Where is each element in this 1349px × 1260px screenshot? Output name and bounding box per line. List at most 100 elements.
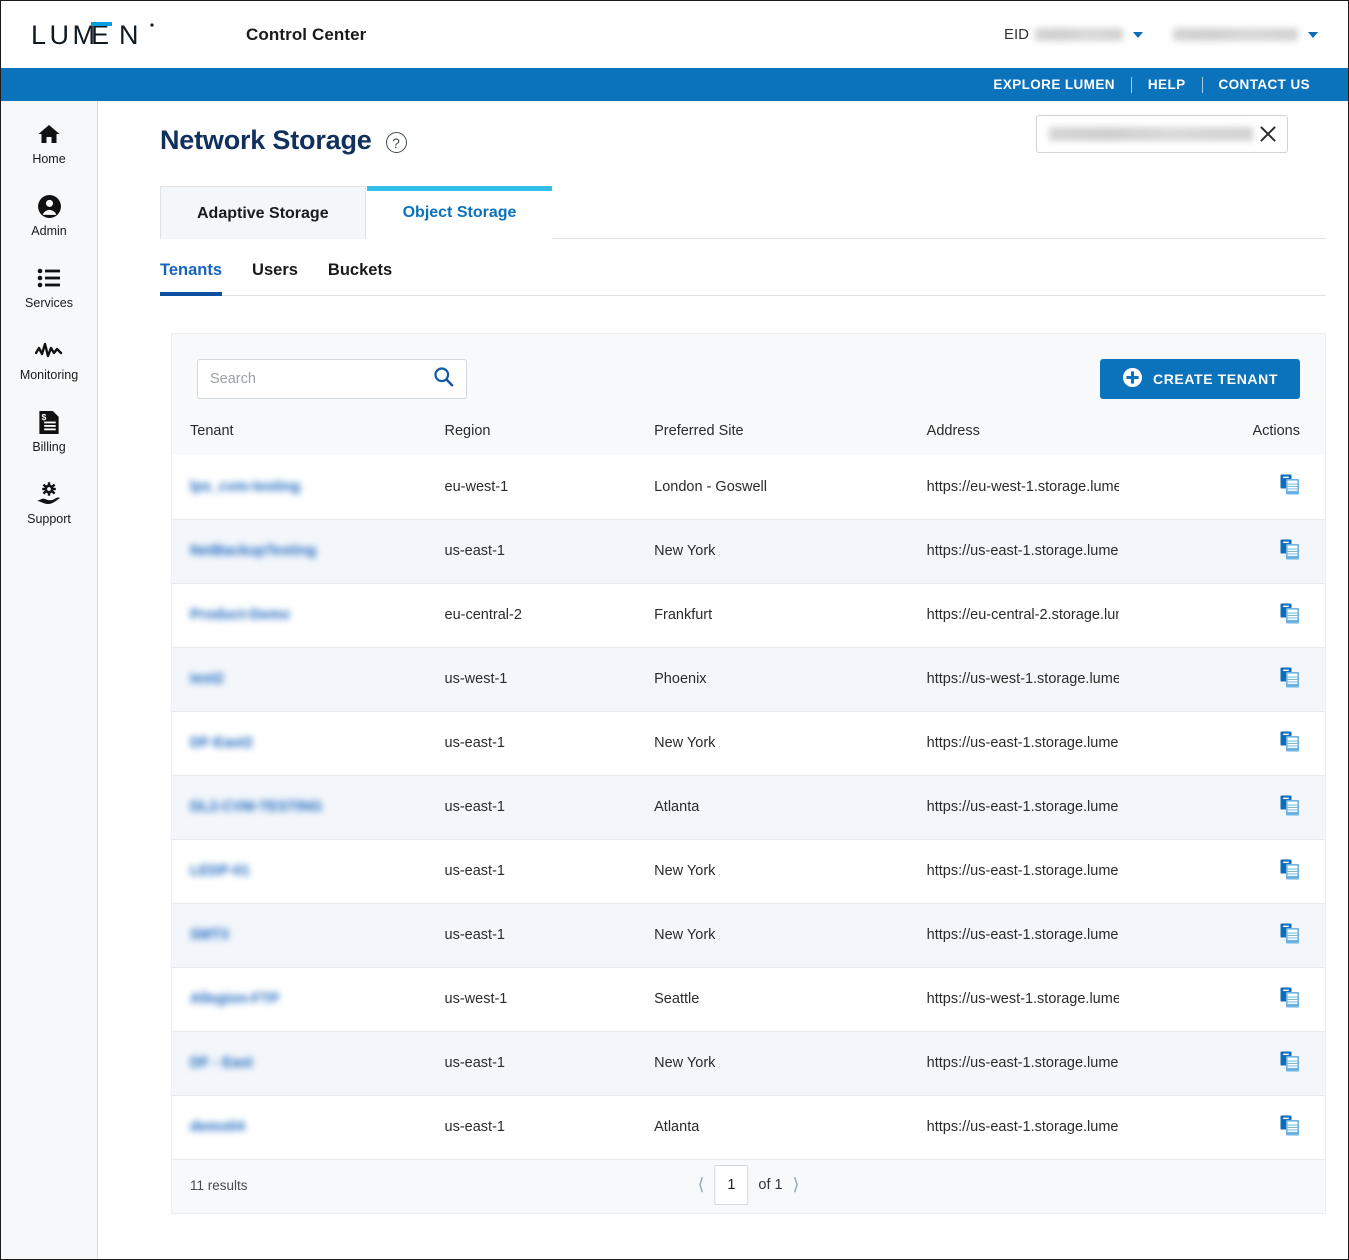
cell-actions xyxy=(1209,775,1325,840)
copy-icon[interactable] xyxy=(1280,731,1300,752)
cell-tenant: demo04 xyxy=(172,1095,445,1160)
utility-bar: EXPLORE LUMEN HELP CONTACT US xyxy=(1,68,1348,101)
column-header-region: Region xyxy=(444,417,655,455)
page-title: Network Storage xyxy=(160,125,372,155)
sidebar-item-services[interactable]: Services xyxy=(1,259,97,331)
svg-text:N: N xyxy=(119,20,142,50)
tab-buckets[interactable]: Buckets xyxy=(328,261,392,295)
sidebar-item-support[interactable]: Support xyxy=(1,475,97,547)
cell-tenant: Product-Demo xyxy=(172,583,445,648)
cell-actions xyxy=(1209,1031,1325,1096)
tab-adaptive-storage[interactable]: Adaptive Storage xyxy=(160,186,366,239)
cell-region: eu-west-1 xyxy=(444,455,655,520)
tenant-link[interactable]: DL2-CVM-TESTING xyxy=(190,799,322,815)
help-link[interactable]: HELP xyxy=(1132,77,1202,92)
tenant-link[interactable]: Allegion-FTP xyxy=(190,991,279,1007)
copy-icon[interactable] xyxy=(1280,859,1300,880)
cell-address: https://eu-west-1.storage.lumen.com xyxy=(926,455,1210,520)
pagination: ⟨ 1 of 1 ⟩ xyxy=(698,1165,799,1205)
tenant-link[interactable]: test2 xyxy=(190,671,224,687)
copy-icon[interactable] xyxy=(1280,603,1300,624)
sidebar-item-admin[interactable]: Admin xyxy=(1,187,97,259)
tenant-link[interactable]: DF - East xyxy=(190,1055,253,1071)
address-text: https://us-west-1.storage.lumen.com xyxy=(926,991,1119,1007)
cell-tenant: DL2-CVM-TESTING xyxy=(172,775,445,840)
close-icon[interactable] xyxy=(1257,123,1279,145)
chevron-left-icon[interactable]: ⟨ xyxy=(698,1175,705,1195)
copy-icon[interactable] xyxy=(1280,474,1300,495)
tenant-link[interactable]: DF-East2 xyxy=(190,735,253,751)
address-text: https://us-east-1.storage.lumen.com xyxy=(926,927,1119,943)
tab-users[interactable]: Users xyxy=(252,261,298,295)
page-number-input[interactable]: 1 xyxy=(714,1165,749,1205)
table-row: test2 us-west-1 Phoenix https://us-west-1.s… xyxy=(172,647,1325,712)
sidebar-item-label: Billing xyxy=(32,440,66,454)
cell-actions xyxy=(1209,839,1325,904)
cell-region: us-east-1 xyxy=(444,1031,655,1096)
account-filter-chip[interactable]: S-CLTOMVOL-A OLINDAY UAT xyxy=(1036,115,1288,153)
user-circle-icon xyxy=(37,193,62,219)
column-header-site: Preferred Site xyxy=(654,417,927,455)
eid-selector[interactable]: EID 1112875 8 xyxy=(1004,26,1151,43)
cell-address: https://us-east-1.storage.lumen.com xyxy=(926,1031,1210,1096)
sidebar-item-monitoring[interactable]: Monitoring xyxy=(1,331,97,403)
explore-lumen-link[interactable]: EXPLORE LUMEN xyxy=(977,77,1130,92)
cell-region: eu-central-2 xyxy=(444,583,655,648)
question-mark-icon[interactable]: ? xyxy=(385,132,407,153)
account-chip-value: S-CLTOMVOL-A OLINDAY UAT xyxy=(1049,127,1253,141)
table-row: LEDP-01 us-east-1 New York https://us-east-… xyxy=(172,839,1325,904)
search-box[interactable] xyxy=(197,359,467,399)
column-header-tenant: Tenant xyxy=(172,417,445,455)
left-sidebar: Home Admin Services Monitoring $ Billing… xyxy=(1,101,98,1259)
column-header-actions: Actions xyxy=(1209,417,1325,455)
chevron-right-icon[interactable]: ⟩ xyxy=(793,1175,800,1195)
cell-address: https://us-east-1.storage.lumen.com xyxy=(926,775,1210,840)
cell-region: us-west-1 xyxy=(444,967,655,1032)
sidebar-item-label: Monitoring xyxy=(19,368,79,382)
cell-region: us-east-1 xyxy=(444,775,655,840)
tenant-link[interactable]: Product-Demo xyxy=(190,607,290,623)
cell-tenant: DF - East xyxy=(172,1031,445,1096)
table-header: Tenant Region Preferred Site Address Act… xyxy=(172,417,1325,455)
sidebar-item-label: Admin xyxy=(31,224,67,238)
tenant-link[interactable]: NetBackupTesting xyxy=(190,543,316,559)
sub-tabs: Tenants Users Buckets xyxy=(160,239,1326,296)
user-name: matthew.colontat xyxy=(1173,28,1298,41)
search-icon[interactable] xyxy=(433,366,454,392)
contact-us-link[interactable]: CONTACT US xyxy=(1203,77,1327,92)
tenant-link[interactable]: lps_cvm-testing xyxy=(190,479,300,495)
tenants-panel: CREATE TENANT Tenant Region Preferred Si… xyxy=(171,333,1326,1214)
plus-circle-icon xyxy=(1122,367,1143,391)
svg-text:$: $ xyxy=(42,412,47,422)
cell-tenant: DF-East2 xyxy=(172,711,445,776)
sidebar-item-billing[interactable]: $ Billing xyxy=(1,403,97,475)
create-tenant-button[interactable]: CREATE TENANT xyxy=(1100,359,1300,399)
copy-icon[interactable] xyxy=(1280,987,1300,1008)
tab-tenants[interactable]: Tenants xyxy=(160,261,223,296)
copy-icon[interactable] xyxy=(1280,923,1300,944)
page-header: Network Storage ? S-CLTOMVOL-A OLINDAY U… xyxy=(98,115,1348,156)
address-text: https://us-east-1.storage.lumen.com xyxy=(926,735,1119,751)
cell-region: us-east-1 xyxy=(444,519,655,584)
eid-label: EID xyxy=(1003,26,1029,43)
search-input[interactable] xyxy=(210,371,433,387)
primary-tabs: Adaptive Storage Object Storage xyxy=(160,184,1326,239)
copy-icon[interactable] xyxy=(1280,1051,1300,1072)
tenants-table: Tenant Region Preferred Site Address Act… xyxy=(172,417,1325,1160)
copy-icon[interactable] xyxy=(1280,667,1300,688)
user-menu[interactable]: matthew.colontat xyxy=(1173,28,1326,41)
tenant-link[interactable]: LEDP-01 xyxy=(190,863,250,879)
tenant-link[interactable]: demo04 xyxy=(190,1119,245,1135)
copy-icon[interactable] xyxy=(1280,795,1300,816)
tab-object-storage[interactable]: Object Storage xyxy=(365,185,554,239)
copy-icon[interactable] xyxy=(1280,539,1300,560)
body-container: Home Admin Services Monitoring $ Billing… xyxy=(1,101,1348,1259)
lumen-logo[interactable]: LUM N E xyxy=(31,20,191,50)
address-text: https://us-east-1.storage.lumen.com xyxy=(926,1119,1119,1135)
cell-address: https://eu-central-2.storage.lumen.com xyxy=(926,583,1210,648)
copy-icon[interactable] xyxy=(1280,1115,1300,1136)
application-window: LUM N E Control Center EID 1112875 8 mat… xyxy=(0,0,1349,1260)
sidebar-item-home[interactable]: Home xyxy=(1,115,97,187)
tenant-link[interactable]: SMT3 xyxy=(190,927,229,943)
header-right-group: EID 1112875 8 matthew.colontat xyxy=(1004,26,1326,43)
